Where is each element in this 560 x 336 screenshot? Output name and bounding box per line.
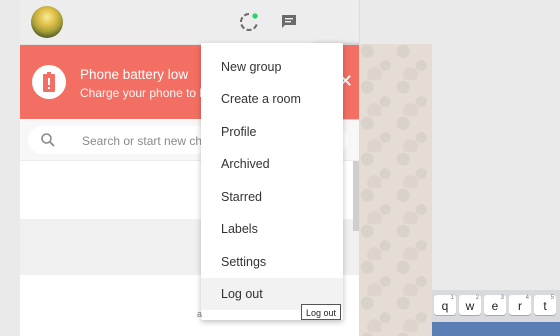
menu-item-labels[interactable]: Labels: [201, 213, 343, 245]
new-chat-button[interactable]: [274, 7, 304, 37]
keyboard-key: 3e: [484, 295, 506, 315]
keyboard-key: 1q: [434, 295, 456, 315]
conversation-background: [360, 44, 432, 336]
menu-item-starred[interactable]: Starred: [201, 181, 343, 213]
menu-item-new-group[interactable]: New group: [201, 51, 343, 83]
menu-item-archived[interactable]: Archived: [201, 148, 343, 180]
keyboard-key: 2w: [459, 295, 481, 315]
menu-item-create-room[interactable]: Create a room: [201, 83, 343, 115]
status-icon: [240, 13, 258, 31]
dropdown-menu: New group Create a room Profile Archived…: [201, 43, 343, 320]
keyboard-key: 4r: [509, 295, 531, 315]
avatar[interactable]: [31, 6, 63, 38]
status-button[interactable]: [234, 7, 264, 37]
banner-title: Phone battery low: [80, 67, 189, 82]
tooltip: Log out: [301, 304, 341, 320]
banner-subtitle[interactable]: Charge your phone to ke: [80, 86, 212, 100]
new-chat-icon: [282, 15, 296, 28]
partial-text: a: [197, 309, 203, 319]
menu-item-settings[interactable]: Settings: [201, 246, 343, 278]
keyboard-key: 5t: [534, 295, 556, 315]
battery-alert-icon: [32, 65, 66, 99]
keyboard-bar: [432, 322, 560, 336]
menu-item-profile[interactable]: Profile: [201, 116, 343, 148]
sidebar-header: [20, 0, 360, 320]
search-icon: [41, 133, 55, 147]
